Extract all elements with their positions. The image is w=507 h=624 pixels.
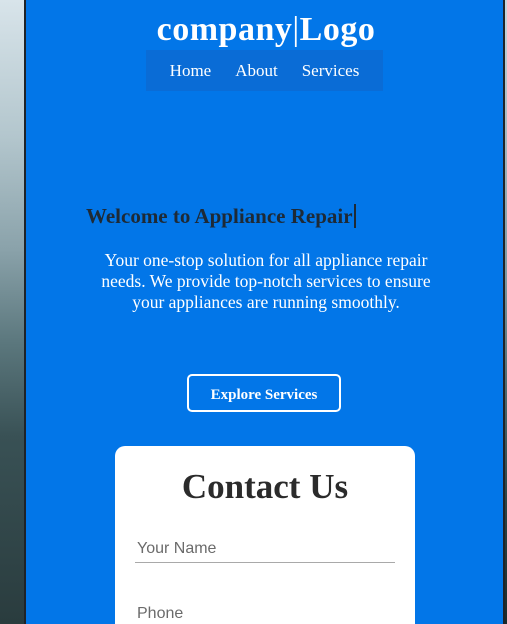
hero-title: Welcome to Appliance Repair <box>86 201 356 231</box>
nav-item-home[interactable]: Home <box>158 50 224 91</box>
name-input[interactable] <box>135 535 395 563</box>
main-nav: Home About Services <box>146 50 383 91</box>
contact-card: Contact Us <box>115 446 415 624</box>
brand-right-text: Logo <box>299 11 376 48</box>
nav-item-about[interactable]: About <box>223 50 290 91</box>
brand-separator: | <box>292 11 300 48</box>
desktop-wallpaper-edge <box>0 0 24 624</box>
hero-title-text: Welcome to Appliance Repair <box>86 204 353 228</box>
brand-logo[interactable]: company|Logo <box>26 8 503 52</box>
hero-description: Your one-stop solution for all appliance… <box>101 250 431 312</box>
page-viewport: company|Logo Home About Services Welcome… <box>26 0 503 624</box>
contact-title: Contact Us <box>181 467 349 506</box>
nav-item-services[interactable]: Services <box>290 50 372 91</box>
typing-caret <box>353 204 356 228</box>
brand-left-text: company <box>156 11 293 48</box>
phone-input[interactable] <box>135 600 395 624</box>
explore-services-button[interactable]: Explore Services <box>187 374 341 412</box>
